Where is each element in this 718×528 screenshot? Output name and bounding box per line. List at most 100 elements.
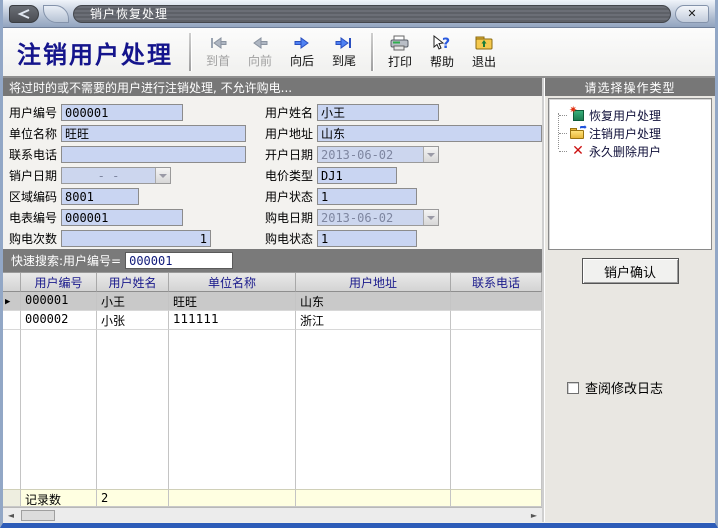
app-icon [9,5,39,23]
cancel-date-dropdown[interactable]: - - [61,167,171,184]
price-type-field[interactable] [317,167,397,184]
column-header-unit-name[interactable]: 单位名称 [169,273,296,292]
exit-label: 退出 [472,53,496,70]
form-row: 销户日期 - - [9,165,265,186]
cell-user-id[interactable]: 000002 [21,311,97,330]
open-date-value: 2013-06-02 [318,147,423,162]
cell-unit-name[interactable]: 旺旺 [169,292,296,311]
form-row: 用户状态 [265,186,542,207]
phone-field[interactable] [61,146,246,163]
close-button[interactable]: ✕ [675,5,709,23]
tree-item-deregister-user[interactable]: ➦ 注销用户处理 [555,124,711,142]
header-indicator-cell [3,273,21,292]
cell-unit-name[interactable]: 111111 [169,311,296,330]
help-button[interactable]: ? 帮助 [421,31,463,73]
dropdown-arrow-icon[interactable] [423,147,438,162]
toolbar-separator [371,33,373,71]
form-row: 联系电话 [9,144,265,165]
purchase-status-field[interactable] [317,230,417,247]
scroll-right-arrow-icon[interactable]: ► [526,509,542,522]
nav-next-button[interactable]: 向后 [281,31,323,73]
open-date-dropdown[interactable]: 2013-06-02 [317,146,439,163]
user-name-field[interactable] [317,104,439,121]
user-table: 用户编号 用户姓名 单位名称 用户地址 联系电话 ▶ 000001 小王 旺旺 … [3,272,542,507]
meter-id-field[interactable] [61,209,183,226]
field-label-address: 用户地址 [265,125,317,142]
main-area: 将过时的或不需要的用户进行注销处理, 不允许购电... 用户编号 单位名称 联系… [3,78,715,522]
form-row: 开户日期 2013-06-02 [265,144,542,165]
titlebar-wedge-left [43,5,69,23]
info-bar: 将过时的或不需要的用户进行注销处理, 不允许购电... [3,78,542,96]
scrollbar-thumb[interactable] [21,510,55,521]
first-arrow-icon [208,36,228,50]
form-column-left: 用户编号 单位名称 联系电话 销户日期 - - [9,102,265,249]
field-label-user-status: 用户状态 [265,188,317,205]
nav-prev-label: 向前 [248,52,272,69]
table-row[interactable]: ▶ 000001 小王 旺旺 山东 [3,292,542,311]
form-column-right: 用户姓名 用户地址 开户日期 2013-06-02 [265,102,542,249]
exit-button[interactable]: 退出 [463,31,505,73]
form-row: 购电日期 2013-06-02 [265,207,542,228]
horizontal-scrollbar[interactable]: ◄ ► [3,507,542,522]
page-title: 注销用户处理 [9,35,183,70]
form-row: 用户编号 [9,102,265,123]
close-icon: ✕ [687,7,696,20]
user-status-field[interactable] [317,188,417,205]
cell-phone[interactable] [451,292,542,311]
scroll-left-arrow-icon[interactable]: ◄ [3,509,19,522]
cell-user-name[interactable]: 小张 [97,311,169,330]
cell-address[interactable]: 山东 [296,292,451,311]
nav-last-button[interactable]: 到尾 [323,31,365,73]
purchase-date-dropdown[interactable]: 2013-06-02 [317,209,439,226]
row-selected-marker: ▶ [3,292,21,311]
titlebar: 销户恢复处理 ✕ [3,0,715,28]
tree-item-delete-user[interactable]: ✕ 永久删除用户 [555,142,711,160]
cancel-account-confirm-button[interactable]: 销户确认 [582,258,679,284]
help-label: 帮助 [430,53,454,70]
table-row[interactable]: 000002 小张 111111 浙江 [3,311,542,330]
table-footer-row: 记录数 2 [3,489,542,507]
column-header-phone[interactable]: 联系电话 [451,273,542,292]
form-row: 电价类型 [265,165,542,186]
cell-user-name[interactable]: 小王 [97,292,169,311]
toolbar-separator [189,33,191,71]
nav-prev-button[interactable]: 向前 [239,31,281,73]
cell-user-id[interactable]: 000001 [21,292,97,311]
field-label-cancel-date: 销户日期 [9,167,61,184]
address-field[interactable] [317,125,542,142]
field-label-purchase-status: 购电状态 [265,230,317,247]
field-label-meter-id: 电表编号 [9,209,61,226]
cell-phone[interactable] [451,311,542,330]
table-header-row: 用户编号 用户姓名 单位名称 用户地址 联系电话 [3,273,542,292]
delete-user-icon: ✕ [570,144,586,158]
print-button[interactable]: 打印 [379,31,421,73]
purchase-count-field[interactable] [61,230,211,247]
view-log-checkbox[interactable] [567,382,579,394]
form-row: 单位名称 [9,123,265,144]
print-label: 打印 [388,53,412,70]
row-marker-icon: ▶ [5,297,10,307]
cell-address[interactable]: 浙江 [296,311,451,330]
row-indicator-cell [3,311,21,330]
field-label-phone: 联系电话 [9,146,61,163]
field-label-price-type: 电价类型 [265,167,317,184]
form-row: 用户姓名 [265,102,542,123]
tree-item-label: 永久删除用户 [589,143,661,160]
user-id-field[interactable] [61,104,183,121]
form-row: 购电状态 [265,228,542,249]
column-header-user-id[interactable]: 用户编号 [21,273,97,292]
tree-item-restore-user[interactable]: ✷ 恢复用户处理 [555,106,711,124]
nav-first-button[interactable]: 到首 [197,31,239,73]
unit-name-field[interactable] [61,125,246,142]
field-label-unit-name: 单位名称 [9,125,61,142]
record-count-label: 记录数 [21,489,97,507]
column-header-address[interactable]: 用户地址 [296,273,451,292]
column-header-user-name[interactable]: 用户姓名 [97,273,169,292]
tree-elbow [559,115,567,116]
dropdown-arrow-icon[interactable] [155,168,170,183]
search-input[interactable] [125,252,233,269]
left-pane: 将过时的或不需要的用户进行注销处理, 不允许购电... 用户编号 单位名称 联系… [3,78,544,522]
view-log-checkbox-row[interactable]: 查阅修改日志 [567,378,663,397]
area-code-field[interactable] [61,188,139,205]
dropdown-arrow-icon[interactable] [423,210,438,225]
